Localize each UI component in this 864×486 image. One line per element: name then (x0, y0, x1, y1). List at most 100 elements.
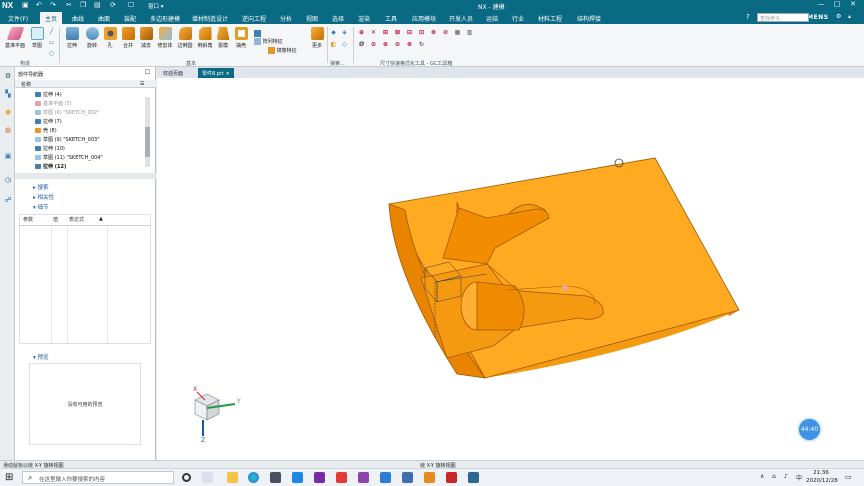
tab-motion[interactable]: 运结 (486, 14, 498, 23)
gear-icon[interactable]: ⚙ (3, 71, 13, 81)
gc-tool-icon[interactable]: ⊗ (406, 41, 413, 48)
copy-icon[interactable]: ❐ (80, 1, 86, 9)
taskbar-search-input[interactable]: ⌕ 在这里输入你要搜索的内容 (22, 471, 174, 484)
close-button[interactable]: ✕ (846, 0, 860, 8)
close-icon[interactable]: ✕ (226, 71, 230, 77)
task-view-icon[interactable] (202, 472, 213, 483)
tray-chevron-icon[interactable]: ∧ (760, 473, 764, 480)
tab-applications[interactable]: 应用模块 (412, 14, 436, 23)
column-expression[interactable]: 表达式 (69, 216, 84, 224)
network-icon[interactable]: ⌂ (772, 473, 776, 480)
onenote-icon[interactable] (314, 472, 325, 483)
section-search[interactable]: ▸ 搜索 (33, 183, 49, 191)
tab-curve[interactable]: 曲线 (72, 14, 84, 23)
tab-assembly[interactable]: 装配 (124, 14, 136, 23)
revolve-button[interactable]: 旋转 (83, 27, 101, 49)
draft-button[interactable]: 拔模 (214, 27, 232, 49)
circle-icon[interactable]: ○ (48, 50, 55, 57)
chamfer-button[interactable]: 倒斜角 (195, 27, 215, 49)
constraint-navigator-icon[interactable]: ◍ (3, 125, 13, 135)
tree-row[interactable]: 草图 (9) "SKETCH_003" (35, 136, 100, 145)
column-value[interactable]: 值 (53, 216, 58, 224)
tree-row[interactable]: 草图 (11) "SKETCH_004" (35, 154, 103, 163)
cut-icon[interactable]: ✂ (66, 1, 72, 9)
tray-lang[interactable]: 中 (796, 473, 802, 482)
redo-icon[interactable]: ↷ (50, 1, 56, 9)
app-icon[interactable] (424, 472, 435, 483)
pattern-feature-button[interactable] (254, 30, 300, 37)
file-menu[interactable]: 文件(F) (8, 14, 28, 23)
column-parameter[interactable]: 参数 (23, 216, 33, 224)
extrude-button[interactable]: 拉伸 (63, 27, 81, 49)
tree-row[interactable]: 拉伸 (12) (35, 163, 66, 172)
gc-tool-icon[interactable]: ⊞ (382, 29, 389, 36)
graphics-window[interactable]: X Y Z (157, 78, 864, 460)
app-icon[interactable] (468, 472, 479, 483)
app-icon[interactable] (292, 472, 303, 483)
history-icon[interactable]: ◷ (3, 175, 13, 185)
collapse-icon[interactable]: ▴ (848, 13, 851, 20)
tab-welcome[interactable]: 欢迎页面 (159, 68, 187, 78)
app-icon[interactable] (402, 472, 413, 483)
tab-surface[interactable]: 曲面 (98, 14, 110, 23)
tree-row[interactable]: 草图 (6) "SKETCH_002" (35, 109, 100, 118)
undo-icon[interactable]: ↶ (36, 1, 42, 9)
gc-tool-icon[interactable]: ⊛ (382, 41, 389, 48)
close-icon[interactable]: ☐ (145, 69, 150, 76)
tab-render[interactable]: 渲染 (358, 14, 370, 23)
hole-button[interactable]: 孔 (101, 27, 119, 49)
horizontal-scrollbar[interactable] (15, 173, 156, 179)
visual-studio-icon[interactable] (358, 472, 369, 483)
tab-additive[interactable]: 增材制造设计 (192, 14, 228, 23)
gc-tool-icon[interactable]: ⊘ (394, 41, 401, 48)
gc-tool-icon[interactable]: ⊠ (394, 29, 401, 36)
cortana-icon[interactable] (182, 473, 191, 482)
gc-tool-icon[interactable]: ↻ (418, 41, 425, 48)
tab-reverse[interactable]: 逆向工程 (242, 14, 266, 23)
command-search-input[interactable]: 查找命令 (757, 13, 809, 22)
tree-row[interactable]: 拉伸 (10) (35, 145, 65, 154)
mirror-feature-button[interactable]: 镜像特征 (268, 47, 308, 54)
minimize-button[interactable]: — (814, 0, 828, 8)
gc-tool-icon[interactable]: ⊕ (358, 29, 365, 36)
tree-scrollbar[interactable] (145, 97, 150, 167)
model-view[interactable]: X Y Z (157, 78, 864, 460)
touch-mode-icon[interactable]: ☐ (128, 1, 134, 9)
tab-industry[interactable]: 行业 (512, 14, 524, 23)
paste-icon[interactable]: ▤ (94, 1, 101, 9)
repeat-icon[interactable]: ⟳ (110, 1, 116, 9)
sort-asc-icon[interactable]: ▲ (99, 216, 103, 222)
tab-view[interactable]: 视图 (306, 14, 318, 23)
role-icon[interactable]: ☍ (3, 195, 13, 205)
edge-icon[interactable] (248, 472, 259, 483)
gc-tool-icon[interactable]: Ø (358, 41, 365, 48)
tab-home[interactable]: 主页 (40, 12, 63, 24)
store-icon[interactable] (270, 472, 281, 483)
tree-row[interactable]: 基准平面 (5) (35, 100, 72, 109)
gc-tool-icon[interactable]: ▥ (466, 29, 473, 36)
assembly-navigator-icon[interactable]: ◉ (3, 107, 13, 117)
section-details[interactable]: ▾ 细节 (33, 203, 49, 211)
app-icon[interactable] (336, 472, 347, 483)
tab-materials[interactable]: 材料工程 (538, 14, 562, 23)
rectangle-icon[interactable]: ▭ (48, 39, 55, 46)
unite-button[interactable]: 合并 (119, 27, 137, 49)
volume-icon[interactable]: ♪ (784, 473, 788, 480)
tab-tools[interactable]: 工具 (385, 14, 397, 23)
sketch-button[interactable]: 草图 (28, 27, 46, 49)
tab-select[interactable]: 选择 (332, 14, 344, 23)
more-button[interactable]: 更多 (307, 27, 327, 49)
tab-polygon-modeling[interactable]: 多边形建模 (150, 14, 180, 23)
pattern-feature-button[interactable]: 阵列特征 (254, 38, 300, 45)
maximize-button[interactable]: □ (830, 0, 844, 8)
reuse-library-icon[interactable]: ▣ (3, 151, 13, 161)
section-dependencies[interactable]: ▸ 相关性 (33, 193, 54, 201)
tool-icon[interactable]: ◧ (330, 41, 337, 48)
gear-icon[interactable]: ⚙ (836, 13, 841, 20)
section-preview[interactable]: ▾ 预览 (33, 353, 49, 361)
windows-start-icon[interactable]: ⊞ (5, 472, 13, 483)
tab-part8[interactable]: 零件8.prt ✕ (198, 68, 234, 78)
subtract-button[interactable]: 减去 (137, 27, 155, 49)
vscode-icon[interactable] (380, 472, 391, 483)
datum-plane-button[interactable]: 基准平面 (4, 27, 26, 49)
